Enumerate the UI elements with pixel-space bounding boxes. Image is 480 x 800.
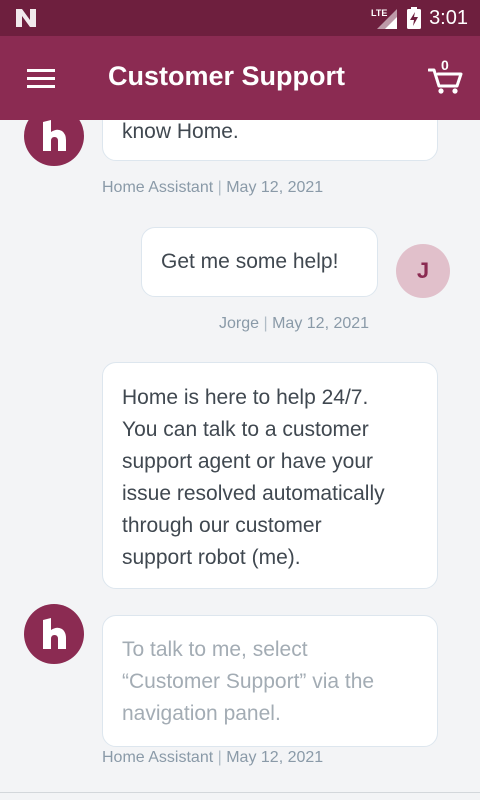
meta-separator: | (263, 315, 268, 332)
user-avatar: J (396, 244, 450, 298)
message-line: You can talk to a customer (122, 418, 369, 441)
message-sender: Home Assistant (102, 749, 214, 766)
message-sender: Home Assistant (102, 179, 214, 196)
meta-separator: | (217, 179, 222, 196)
meta-separator: | (217, 749, 222, 766)
page-title: Customer Support (108, 61, 346, 91)
message-date: May 12, 2021 (226, 749, 324, 766)
lte-signal-icon: LTE (371, 8, 398, 29)
composer-divider (0, 792, 480, 793)
cart-badge: 0 (441, 57, 449, 73)
chat-thread[interactable]: know Home. Home Assistant | May 12, 2021… (0, 120, 480, 800)
message-line: support robot (me). (122, 546, 301, 569)
message-meta: Jorge | May 12, 2021 (219, 315, 369, 333)
clock: 3:01 (429, 6, 468, 29)
message-text: Get me some help! (161, 250, 339, 273)
android-n-icon (16, 9, 36, 27)
message-bubble: Home is here to help 24/7. You can talk … (102, 362, 438, 589)
home-assistant-avatar (24, 604, 84, 664)
home-assistant-avatar (24, 120, 84, 166)
message-bubble: To talk to me, select “Customer Support”… (102, 615, 438, 747)
home-logo-icon (43, 618, 66, 649)
app-bar: Customer Support 0 (0, 36, 480, 120)
message-line: issue resolved automatically (122, 482, 385, 505)
battery-charging-icon (407, 7, 422, 29)
message-sender: Jorge (219, 315, 260, 332)
message-date: May 12, 2021 (226, 179, 324, 196)
svg-text:LTE: LTE (371, 8, 387, 18)
message-line: “Customer Support” via the (122, 670, 375, 693)
home-logo-icon (43, 120, 66, 151)
message-line: through our customer (122, 514, 322, 537)
user-message-bubble: Get me some help! (141, 227, 378, 297)
message-text: know Home. (122, 120, 239, 143)
message-line: support agent or have your (122, 450, 373, 473)
message-bubble: know Home. (102, 120, 438, 161)
status-bar: LTE 3:01 (0, 0, 480, 36)
menu-icon[interactable] (24, 63, 58, 93)
message-line: Home is here to help 24/7. (122, 386, 369, 409)
message-meta: Home Assistant | May 12, 2021 (102, 179, 323, 197)
message-line: To talk to me, select (122, 638, 308, 661)
message-line: navigation panel. (122, 702, 281, 725)
message-date: May 12, 2021 (272, 315, 370, 332)
message-meta: Home Assistant | May 12, 2021 (102, 749, 323, 767)
